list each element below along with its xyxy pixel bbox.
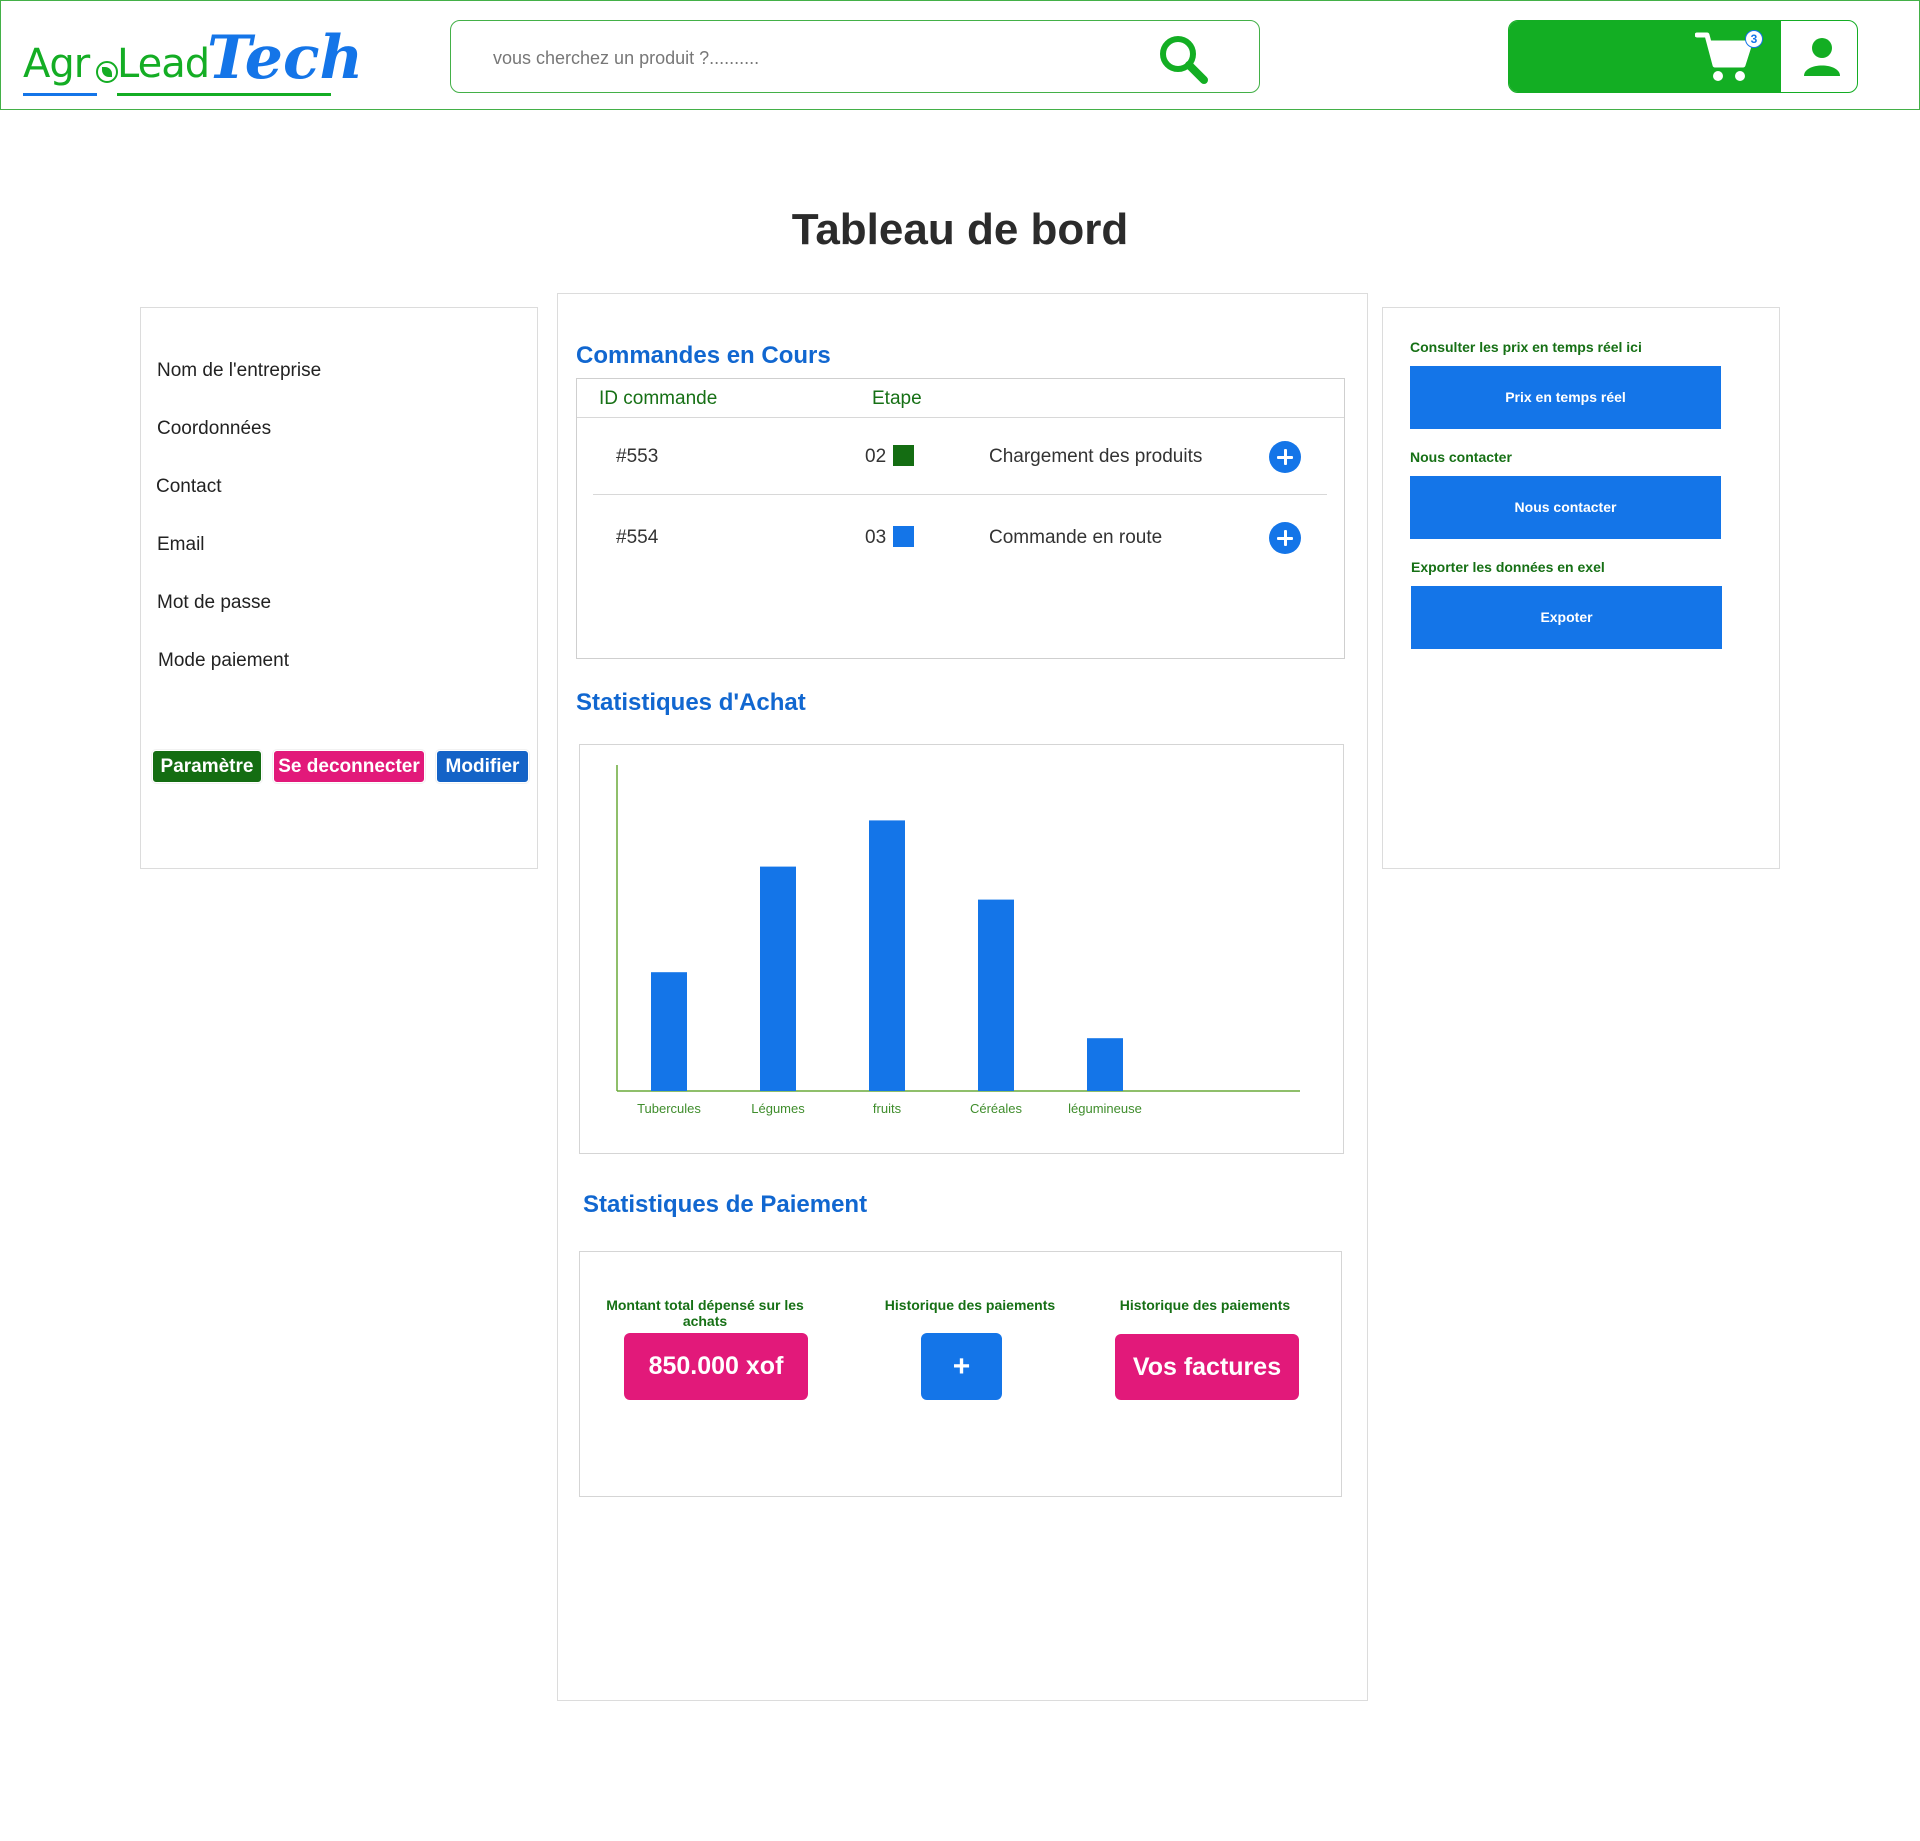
step-indicator bbox=[893, 526, 914, 547]
payment-history-label: Historique des paiements bbox=[884, 1297, 1056, 1313]
chart-bar bbox=[869, 820, 905, 1091]
export-label: Exporter les données en exel bbox=[1411, 559, 1605, 575]
row-divider bbox=[593, 494, 1327, 495]
total-spent-label: Montant total dépensé sur les achats bbox=[606, 1297, 804, 1329]
logout-button[interactable]: Se deconnecter bbox=[273, 750, 425, 783]
contact-button[interactable]: Nous contacter bbox=[1410, 476, 1721, 539]
sidebar-item-coordinates[interactable]: Coordonnées bbox=[157, 418, 271, 440]
cart-count-badge: 3 bbox=[1745, 30, 1763, 48]
plus-circle-icon[interactable] bbox=[1269, 441, 1301, 473]
logo-underline bbox=[23, 93, 97, 96]
orders-table: ID commande Etape #553 02 Chargement des… bbox=[576, 378, 1345, 659]
search-bar bbox=[450, 20, 1260, 93]
order-id: #553 bbox=[616, 446, 659, 467]
order-step: 02 bbox=[865, 446, 887, 467]
x-tick-label: Tubercules bbox=[637, 1101, 701, 1116]
x-tick-label: fruits bbox=[873, 1101, 902, 1116]
search-icon[interactable] bbox=[1155, 31, 1211, 87]
sidebar-item-email[interactable]: Email bbox=[157, 534, 205, 556]
order-status: Commande en route bbox=[989, 527, 1163, 548]
column-header-id: ID commande bbox=[599, 388, 718, 409]
contact-label: Nous contacter bbox=[1410, 449, 1512, 465]
account-sidebar bbox=[140, 307, 538, 869]
logo-underline bbox=[117, 93, 331, 96]
step-indicator bbox=[893, 445, 914, 466]
x-tick-label: légumineuse bbox=[1068, 1101, 1142, 1116]
payments-box: Montant total dépensé sur les achats 850… bbox=[579, 1251, 1342, 1497]
export-button[interactable]: Expoter bbox=[1411, 586, 1722, 649]
purchase-chart: Tubercules Légumes fruits Céréales légumineu… bbox=[579, 744, 1344, 1154]
sidebar-item-contact[interactable]: Contact bbox=[156, 476, 221, 498]
chart-bar bbox=[1087, 1038, 1123, 1091]
sidebar-item-company-name[interactable]: Nom de l'entreprise bbox=[157, 360, 321, 382]
chart-bar bbox=[760, 866, 796, 1091]
sidebar-item-payment-mode[interactable]: Mode paiement bbox=[158, 650, 289, 672]
leaf-icon bbox=[96, 61, 118, 83]
plus-circle-icon[interactable] bbox=[1269, 522, 1301, 554]
user-icon[interactable] bbox=[1799, 34, 1845, 80]
search-input[interactable] bbox=[491, 39, 1095, 77]
page-title: Tableau de bord bbox=[791, 205, 1129, 254]
x-tick-label: Céréales bbox=[970, 1101, 1023, 1116]
order-step: 03 bbox=[865, 527, 887, 548]
cart-area[interactable]: 3 bbox=[1509, 21, 1781, 92]
invoice-history-label: Historique des paiements bbox=[1119, 1297, 1291, 1313]
order-id: #554 bbox=[616, 527, 659, 548]
top-header: Agr Lead Tech 3 bbox=[0, 0, 1920, 110]
x-tick-label: Légumes bbox=[751, 1101, 805, 1116]
edit-button[interactable]: Modifier bbox=[436, 750, 529, 783]
realtime-prices-button[interactable]: Prix en temps réel bbox=[1410, 366, 1721, 429]
total-spent-button[interactable]: 850.000 xof bbox=[624, 1333, 808, 1400]
sidebar-item-password[interactable]: Mot de passe bbox=[157, 592, 271, 614]
logo-agro-text: Agr bbox=[23, 41, 90, 87]
logo-lead-text: Lead bbox=[117, 41, 210, 87]
invoices-button[interactable]: Vos factures bbox=[1115, 1334, 1299, 1400]
logo-tech-text: Tech bbox=[207, 23, 364, 93]
chart-bar bbox=[978, 899, 1014, 1091]
order-status: Chargement des produits bbox=[989, 446, 1203, 467]
bar-chart: Tubercules Légumes fruits Céréales légumineu… bbox=[616, 765, 1300, 1116]
payments-title: Statistiques de Paiement bbox=[583, 1191, 868, 1218]
header-divider bbox=[577, 417, 1344, 418]
realtime-prices-label: Consulter les prix en temps réel ici bbox=[1410, 339, 1642, 355]
settings-button[interactable]: Paramètre bbox=[152, 750, 262, 783]
orders-title: Commandes en Cours bbox=[576, 342, 831, 369]
column-header-step: Etape bbox=[872, 388, 922, 409]
chart-bar bbox=[651, 972, 687, 1091]
account-cart-bar: 3 bbox=[1508, 20, 1858, 93]
agroleadtech-logo[interactable]: Agr Lead Tech bbox=[21, 23, 363, 103]
purchases-title: Statistiques d'Achat bbox=[576, 689, 806, 716]
payment-history-button[interactable]: + bbox=[921, 1333, 1002, 1400]
